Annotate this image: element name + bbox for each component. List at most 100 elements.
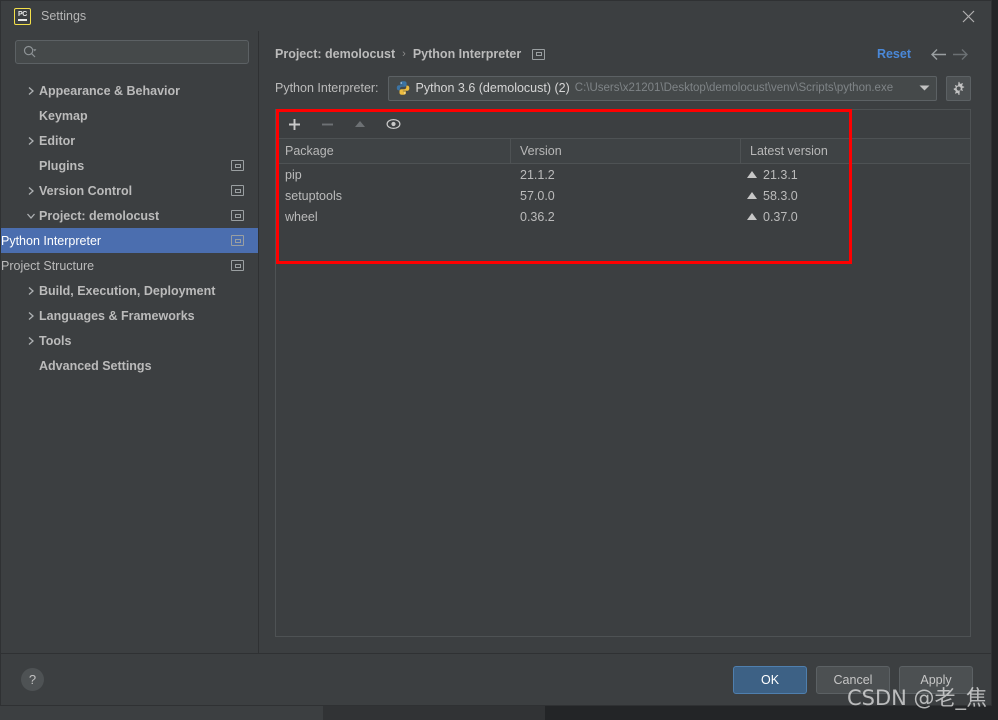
main-panel: Project: demolocust › Python Interpreter… bbox=[259, 31, 991, 653]
chevron-right-icon[interactable] bbox=[23, 336, 39, 346]
sidebar-item-label: Version Control bbox=[39, 184, 223, 198]
sidebar-item-project-structure[interactable]: Project Structure bbox=[1, 253, 258, 278]
apply-button[interactable]: Apply bbox=[899, 666, 973, 694]
eye-icon[interactable] bbox=[383, 114, 403, 134]
package-table: Package Version Latest version pip21.1.2… bbox=[276, 139, 970, 227]
upgrade-available-icon bbox=[747, 192, 757, 199]
upgrade-available-icon bbox=[747, 213, 757, 220]
arrow-up-icon bbox=[350, 114, 370, 134]
sidebar-item-plugins[interactable]: Plugins bbox=[1, 153, 258, 178]
reset-button[interactable]: Reset bbox=[877, 47, 911, 61]
dialog-body: Appearance & Behavior Keymap Editor Plugins… bbox=[1, 31, 991, 653]
pycharm-logo-text: PC bbox=[18, 11, 27, 18]
package-toolbar bbox=[276, 110, 970, 139]
column-header-package[interactable]: Package bbox=[276, 139, 511, 163]
help-button[interactable]: ? bbox=[21, 668, 44, 691]
sidebar-item-label: Python Interpreter bbox=[1, 234, 223, 248]
chevron-down-icon[interactable] bbox=[916, 84, 932, 92]
search-input[interactable] bbox=[37, 45, 248, 59]
search-box[interactable] bbox=[15, 40, 249, 64]
column-header-spacer bbox=[971, 139, 980, 163]
package-table-body: pip21.1.221.3.1setuptools57.0.058.3.0whe… bbox=[276, 164, 970, 227]
sidebar-item-build-execution-deployment[interactable]: Build, Execution, Deployment bbox=[1, 278, 258, 303]
arrow-left-icon[interactable] bbox=[927, 43, 949, 65]
ok-button[interactable]: OK bbox=[733, 666, 807, 694]
table-row[interactable]: pip21.1.221.3.1 bbox=[276, 164, 970, 185]
settings-dialog: PC Settings Appearan bbox=[0, 0, 992, 706]
cell-version: 0.36.2 bbox=[511, 210, 741, 224]
table-row[interactable]: wheel0.36.2 0.37.0 bbox=[276, 206, 970, 227]
backdrop-strip-left bbox=[0, 706, 323, 720]
cell-package: wheel bbox=[276, 210, 511, 224]
project-scope-icon bbox=[231, 260, 244, 271]
project-scope-icon bbox=[532, 49, 545, 60]
latest-version-text: 0.37.0 bbox=[763, 210, 798, 224]
sidebar-item-advanced-settings[interactable]: Advanced Settings bbox=[1, 353, 258, 378]
arrow-right-icon[interactable] bbox=[949, 43, 971, 65]
project-scope-icon bbox=[231, 235, 244, 246]
breadcrumb-separator: › bbox=[402, 48, 406, 60]
search-row bbox=[1, 40, 258, 64]
backdrop-edge-right bbox=[992, 0, 998, 706]
latest-version-text: 58.3.0 bbox=[763, 189, 798, 203]
cell-package: pip bbox=[276, 168, 511, 182]
footer-buttons: OK Cancel Apply bbox=[733, 666, 973, 694]
sidebar-item-editor[interactable]: Editor bbox=[1, 128, 258, 153]
sidebar-item-languages-frameworks[interactable]: Languages & Frameworks bbox=[1, 303, 258, 328]
breadcrumb-parent[interactable]: Project: demolocust bbox=[275, 47, 395, 61]
sidebar-item-label: Languages & Frameworks bbox=[39, 309, 244, 323]
sidebar-item-version-control[interactable]: Version Control bbox=[1, 178, 258, 203]
breadcrumb-row: Project: demolocust › Python Interpreter… bbox=[275, 31, 971, 67]
column-header-version[interactable]: Version bbox=[511, 139, 741, 163]
window-title: Settings bbox=[41, 9, 86, 23]
sidebar-item-label: Build, Execution, Deployment bbox=[39, 284, 244, 298]
sidebar-item-label: Keymap bbox=[39, 109, 244, 123]
chevron-down-icon[interactable] bbox=[23, 211, 39, 221]
close-icon[interactable] bbox=[945, 1, 991, 31]
sidebar-item-python-interpreter[interactable]: Python Interpreter bbox=[1, 228, 258, 253]
backdrop-strip-right bbox=[545, 706, 998, 720]
plus-icon[interactable] bbox=[284, 114, 304, 134]
interpreter-label: Python Interpreter: bbox=[275, 81, 379, 95]
sidebar-item-tools[interactable]: Tools bbox=[1, 328, 258, 353]
breadcrumb: Project: demolocust › Python Interpreter bbox=[275, 47, 877, 61]
packages-panel: Package Version Latest version pip21.1.2… bbox=[275, 109, 971, 637]
chevron-right-icon[interactable] bbox=[23, 311, 39, 321]
table-row[interactable]: setuptools57.0.058.3.0 bbox=[276, 185, 970, 206]
sidebar-item-label: Advanced Settings bbox=[39, 359, 244, 373]
interpreter-name: Python 3.6 (demolocust) (2) bbox=[416, 81, 570, 95]
chevron-right-icon[interactable] bbox=[23, 136, 39, 146]
pycharm-logo-icon: PC bbox=[14, 8, 31, 25]
sidebar-item-label: Plugins bbox=[39, 159, 223, 173]
sidebar-item-appearance-behavior[interactable]: Appearance & Behavior bbox=[1, 78, 258, 103]
sidebar-item-project-demolocust[interactable]: Project: demolocust bbox=[1, 203, 258, 228]
interpreter-dropdown[interactable]: Python 3.6 (demolocust) (2) C:\Users\x21… bbox=[388, 76, 937, 101]
cell-latest-version: 58.3.0 bbox=[741, 189, 971, 203]
upgrade-available-icon bbox=[747, 171, 757, 178]
sidebar-item-label: Tools bbox=[39, 334, 244, 348]
cancel-button[interactable]: Cancel bbox=[816, 666, 890, 694]
project-scope-icon bbox=[231, 210, 244, 221]
column-header-latest-version[interactable]: Latest version bbox=[741, 139, 971, 163]
interpreter-path: C:\Users\x21201\Desktop\demolocust\venv\… bbox=[575, 82, 916, 94]
breadcrumb-current: Python Interpreter bbox=[413, 47, 521, 61]
chevron-right-icon[interactable] bbox=[23, 86, 39, 96]
package-table-header: Package Version Latest version bbox=[276, 139, 970, 164]
sidebar-item-keymap[interactable]: Keymap bbox=[1, 103, 258, 128]
project-scope-icon bbox=[231, 185, 244, 196]
cell-package: setuptools bbox=[276, 189, 511, 203]
sidebar-item-label: Appearance & Behavior bbox=[39, 84, 244, 98]
sidebar-item-label: Project: demolocust bbox=[39, 209, 223, 223]
chevron-right-icon[interactable] bbox=[23, 186, 39, 196]
gear-icon[interactable] bbox=[946, 76, 971, 101]
chevron-right-icon[interactable] bbox=[23, 286, 39, 296]
title-bar: PC Settings bbox=[1, 1, 991, 31]
cell-latest-version: 0.37.0 bbox=[741, 210, 971, 224]
latest-version-text: 21.3.1 bbox=[763, 168, 798, 182]
settings-tree: Appearance & Behavior Keymap Editor Plugins… bbox=[1, 78, 258, 653]
sidebar-item-label: Project Structure bbox=[1, 259, 223, 273]
backdrop-strip-middle bbox=[323, 706, 545, 720]
pycharm-logo-bar bbox=[18, 19, 27, 21]
sidebar-item-label: Editor bbox=[39, 134, 244, 148]
interpreter-row: Python Interpreter: Python 3.6 (demolocu… bbox=[275, 67, 971, 109]
